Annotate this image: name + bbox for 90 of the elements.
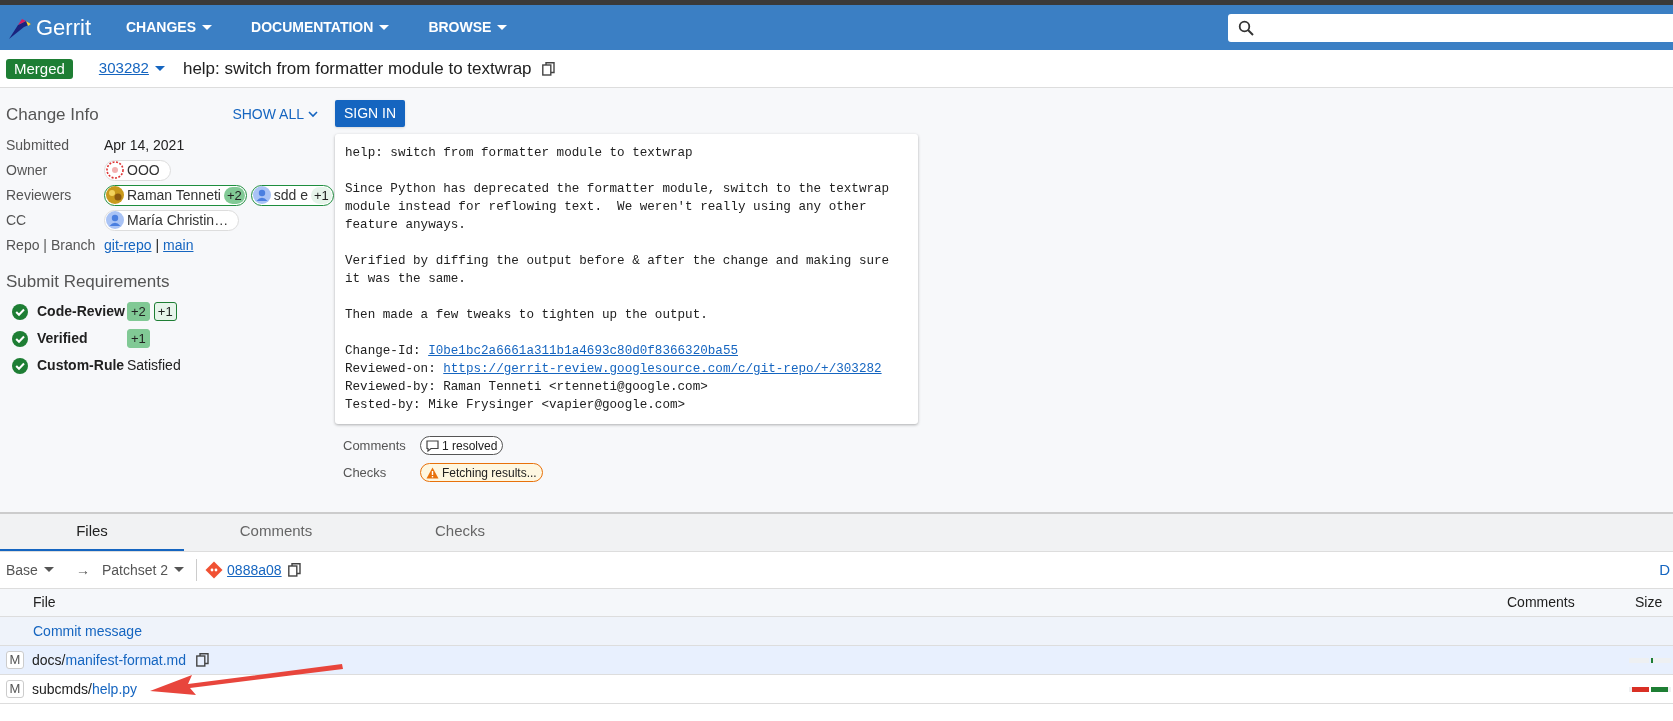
- caret-icon: [154, 65, 165, 72]
- search-field[interactable]: [1228, 13, 1673, 42]
- person-chip[interactable]: OOO: [104, 159, 171, 181]
- table-row[interactable]: M docs/manifest-format.md: [0, 646, 1673, 675]
- vote-badge: +2: [127, 302, 150, 321]
- repo-link[interactable]: git-repo: [104, 234, 152, 256]
- nav-menu[interactable]: DOCUMENTATION: [240, 17, 401, 38]
- file-path[interactable]: subcmds/help.py: [32, 678, 138, 700]
- commit-link[interactable]: 0888a08: [227, 559, 282, 581]
- warning-chip[interactable]: Fetching results...: [420, 463, 543, 482]
- file-path[interactable]: docs/manifest-format.md: [32, 649, 187, 671]
- message-line: it was the same.: [345, 271, 467, 288]
- person-icon: [252, 186, 271, 204]
- section-title: Change Info: [6, 104, 99, 126]
- status-badge: M: [6, 651, 24, 669]
- caret-icon: [174, 567, 185, 573]
- person-icon: [106, 211, 124, 229]
- section-title: Submit Requirements: [6, 270, 171, 293]
- search-icon: [1238, 19, 1254, 36]
- requirement-name: Code-Review: [37, 302, 126, 321]
- person-name: sdd e: [273, 185, 308, 205]
- vote-badge: +2: [223, 186, 245, 204]
- toolbar-link[interactable]: D: [1659, 558, 1670, 582]
- message-link[interactable]: I0be1bc2a6661a311b1a4693c80d0f8366320ba55: [428, 344, 738, 358]
- message-line: Then made a few tweaks to tighten up the output.: [345, 307, 709, 324]
- column-header: File: [33, 593, 56, 612]
- branch-link[interactable]: main: [163, 234, 194, 256]
- arrow-text: →: [75, 560, 90, 580]
- avatar-icon: [106, 161, 124, 179]
- message-line: help: switch from formatter module to textwrap: [345, 145, 694, 162]
- caret-icon: [43, 567, 54, 573]
- message-line: Since Python has deprecated the formatter module, switch to the textwrap: [345, 181, 891, 198]
- vote-badge: +1: [127, 329, 150, 348]
- field-label: Owner: [6, 160, 49, 180]
- caret-icon: [379, 24, 390, 31]
- comments-chip[interactable]: 1 resolved: [420, 436, 504, 455]
- status-badge: Merged: [6, 58, 73, 79]
- avatar-icon: [106, 186, 124, 204]
- requirement-name: Verified: [37, 329, 89, 348]
- app-logo[interactable]: Gerrit: [36, 11, 91, 44]
- base-dropdown[interactable]: Base: [6, 559, 54, 581]
- nav-menu[interactable]: CHANGES: [115, 17, 223, 38]
- status-badge: M: [6, 680, 24, 698]
- nav-menu[interactable]: BROWSE: [417, 17, 519, 38]
- change-number-link[interactable]: 303282: [98, 57, 149, 80]
- message-line: Change-Id: I0be1bc2a6661a311b1a4693c80d0f8366320ba55: [345, 343, 739, 360]
- column-header: Size: [1635, 593, 1664, 612]
- message-line: Reviewed-by: Raman Tenneti <rtenneti@google.com>: [345, 379, 709, 396]
- message-line: feature anyways.: [345, 217, 467, 234]
- copy-icon[interactable]: [287, 563, 301, 577]
- message-line: Tested-by: Mike Frysinger <vapier@google.com>: [345, 397, 687, 414]
- comment-icon: [426, 439, 439, 452]
- copy-icon[interactable]: [196, 653, 210, 667]
- person-name: OOO: [127, 160, 160, 180]
- commit-message-link[interactable]: Commit message: [33, 620, 142, 642]
- patchset-dropdown[interactable]: Patchset 2: [101, 559, 185, 581]
- vote-badge: +1: [311, 186, 332, 204]
- field-label: Submitted: [6, 135, 71, 155]
- sign-in-button[interactable]: SIGN IN: [335, 100, 406, 127]
- field-label: Repo | Branch: [6, 235, 97, 255]
- person-chip[interactable]: María Christin…: [104, 209, 240, 231]
- tab[interactable]: Checks: [368, 514, 552, 551]
- requirement-status: Satisfied: [127, 356, 181, 375]
- separator: |: [155, 235, 160, 255]
- vote-badge: +1: [153, 302, 177, 321]
- message-line: Reviewed-on: https://gerrit-review.googlesource.com/c/git-repo/+/303282: [345, 361, 883, 378]
- change-subject: help: switch from formatter module to textwrap: [182, 57, 532, 80]
- table-row[interactable]: Commit message: [0, 617, 1673, 646]
- message-line: module instead for reflowing text. We weren't really using any other: [345, 199, 868, 216]
- field-label: Reviewers: [6, 185, 73, 205]
- copy-icon[interactable]: [541, 61, 555, 76]
- show-all-button[interactable]: SHOW ALL: [232, 104, 318, 126]
- message-line: Verified by diffing the output before & after the change and making sure: [345, 253, 891, 270]
- summary-label: Comments: [343, 436, 407, 455]
- caret-icon: [202, 24, 212, 31]
- tab[interactable]: Files: [0, 514, 184, 551]
- summary-label: Checks: [343, 463, 388, 482]
- person-chip[interactable]: sdd e +1: [250, 184, 334, 206]
- requirement-name: Custom-Rule: [37, 356, 126, 375]
- chevron-icon: [308, 111, 318, 119]
- message-link[interactable]: https://gerrit-review.googlesource.com/c/git-repo/+/303282: [443, 362, 882, 376]
- person-name: Raman Tenneti: [127, 185, 221, 205]
- person-chip[interactable]: Raman Tenneti +2: [104, 184, 247, 206]
- field-value: Apr 14, 2021: [104, 135, 185, 155]
- tab[interactable]: Comments: [184, 514, 368, 551]
- warning-icon: [426, 466, 439, 479]
- column-header: Comments: [1507, 593, 1576, 612]
- field-label: CC: [6, 210, 28, 230]
- caret-icon: [497, 24, 508, 31]
- person-name: María Christin…: [127, 210, 229, 230]
